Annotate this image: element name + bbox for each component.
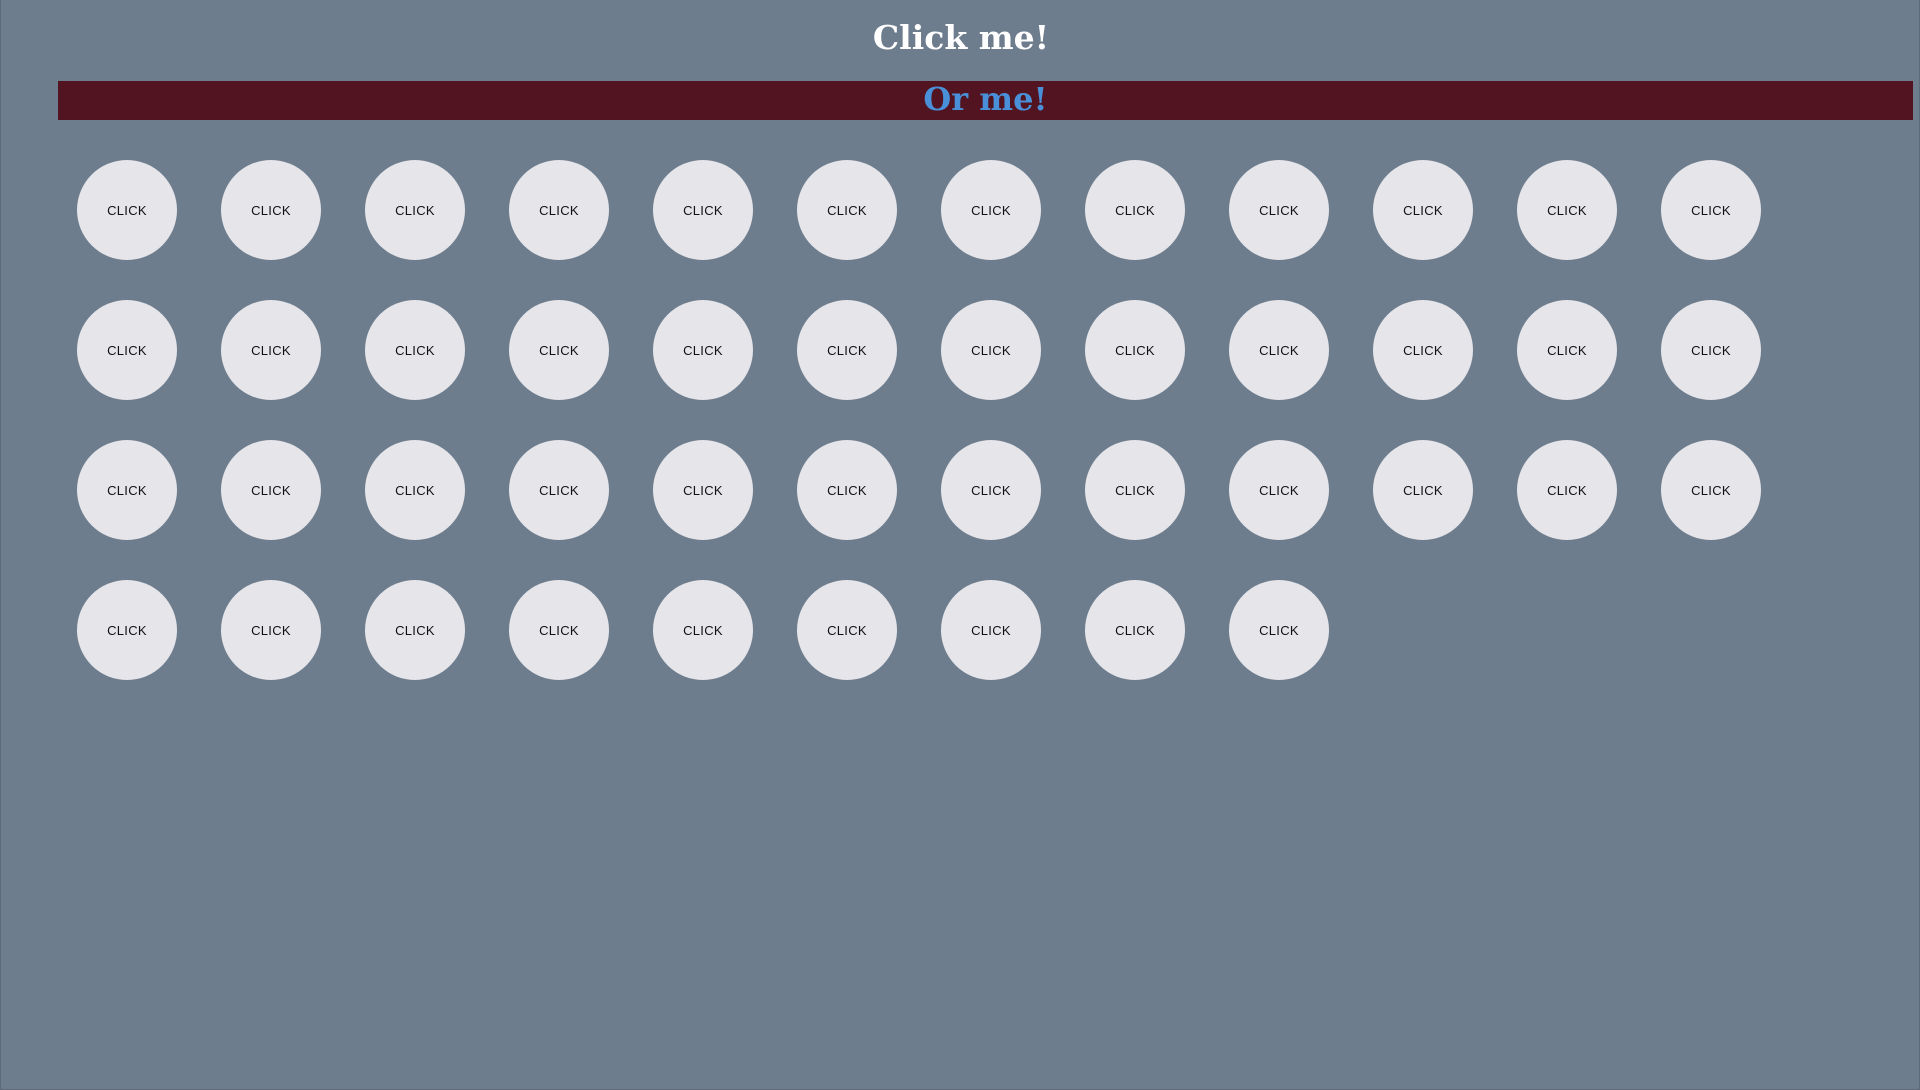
click-button[interactable]: CLICK [941, 160, 1041, 260]
click-button[interactable]: CLICK [797, 160, 897, 260]
click-button[interactable]: CLICK [1229, 580, 1329, 680]
click-button[interactable]: CLICK [365, 300, 465, 400]
click-button[interactable]: CLICK [797, 580, 897, 680]
click-button[interactable]: CLICK [1517, 440, 1617, 540]
or-me-label[interactable]: Or me! [58, 81, 1913, 116]
click-button[interactable]: CLICK [1373, 160, 1473, 260]
click-button[interactable]: CLICK [1661, 160, 1761, 260]
click-button[interactable]: CLICK [221, 580, 321, 680]
click-button[interactable]: CLICK [941, 580, 1041, 680]
click-button[interactable]: CLICK [1085, 160, 1185, 260]
click-button[interactable]: CLICK [1229, 440, 1329, 540]
click-button[interactable]: CLICK [1085, 580, 1185, 680]
click-button[interactable]: CLICK [509, 580, 609, 680]
click-button[interactable]: CLICK [1373, 440, 1473, 540]
click-button[interactable]: CLICK [509, 300, 609, 400]
click-button[interactable]: CLICK [1661, 300, 1761, 400]
click-button[interactable]: CLICK [77, 300, 177, 400]
click-button[interactable]: CLICK [1373, 300, 1473, 400]
click-button[interactable]: CLICK [941, 300, 1041, 400]
click-button[interactable]: CLICK [77, 580, 177, 680]
click-button[interactable]: CLICK [797, 440, 897, 540]
click-button[interactable]: CLICK [509, 440, 609, 540]
click-button[interactable]: CLICK [77, 440, 177, 540]
click-button[interactable]: CLICK [1085, 300, 1185, 400]
click-button[interactable]: CLICK [509, 160, 609, 260]
click-button[interactable]: CLICK [797, 300, 897, 400]
click-button[interactable]: CLICK [941, 440, 1041, 540]
click-button[interactable]: CLICK [365, 440, 465, 540]
click-button[interactable]: CLICK [365, 160, 465, 260]
click-me-title[interactable]: Click me! [1, 18, 1920, 58]
click-button[interactable]: CLICK [1085, 440, 1185, 540]
click-button[interactable]: CLICK [1517, 160, 1617, 260]
click-button[interactable]: CLICK [221, 300, 321, 400]
click-button[interactable]: CLICK [1229, 160, 1329, 260]
click-button[interactable]: CLICK [653, 440, 753, 540]
click-button[interactable]: CLICK [653, 580, 753, 680]
click-button[interactable]: CLICK [653, 300, 753, 400]
click-button[interactable]: CLICK [653, 160, 753, 260]
click-button-grid: CLICK CLICK CLICK CLICK CLICK CLICK CLICK CLICK… [77, 160, 1777, 680]
click-button[interactable]: CLICK [221, 440, 321, 540]
click-button[interactable]: CLICK [221, 160, 321, 260]
or-me-banner[interactable]: Or me! [58, 81, 1913, 120]
click-button[interactable]: CLICK [1517, 300, 1617, 400]
click-button[interactable]: CLICK [77, 160, 177, 260]
page: Click me! Or me! CLICK CLICK CLICK CLICK CLI… [0, 0, 1920, 1090]
click-button[interactable]: CLICK [1229, 300, 1329, 400]
click-button[interactable]: CLICK [1661, 440, 1761, 540]
click-button[interactable]: CLICK [365, 580, 465, 680]
